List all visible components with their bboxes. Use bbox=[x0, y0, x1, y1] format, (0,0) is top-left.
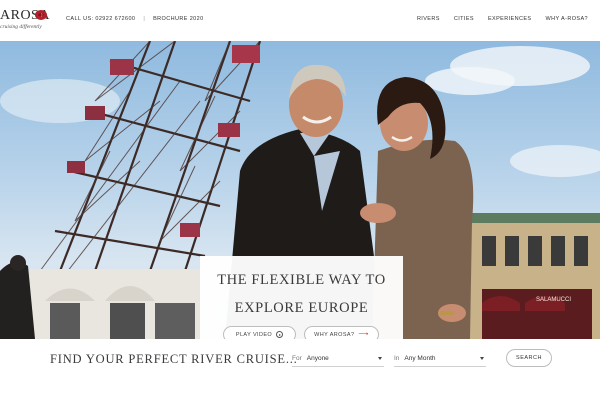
search-button[interactable]: SEARCH bbox=[506, 349, 552, 367]
why-arosa-button[interactable]: WHY AROSA? ⟶ bbox=[304, 326, 379, 339]
month-select[interactable]: In Any Month bbox=[394, 350, 486, 367]
month-prefix: In bbox=[394, 354, 400, 362]
site-header: AROSA cruising differently CALL US: 0292… bbox=[0, 0, 600, 41]
play-video-label: PLAY VIDEO bbox=[235, 331, 273, 338]
chevron-down-icon bbox=[378, 357, 382, 360]
brochure-link[interactable]: BROCHURE 2020 bbox=[153, 16, 203, 22]
nav-experiences[interactable]: EXPERIENCES bbox=[488, 16, 532, 22]
divider: | bbox=[143, 16, 146, 22]
main-nav: RIVERS CITIES EXPERIENCES WHY A-ROSA? bbox=[417, 16, 588, 22]
call-label: CALL US: bbox=[66, 16, 94, 22]
nav-cities[interactable]: CITIES bbox=[454, 16, 474, 22]
chevron-down-icon bbox=[480, 357, 484, 360]
arosa-logo[interactable]: AROSA cruising differently bbox=[0, 8, 56, 34]
play-circle-icon bbox=[276, 331, 284, 338]
hero-promo-card: THE FLEXIBLE WAY TO EXPLORE EUROPE PLAY … bbox=[200, 256, 403, 339]
who-value: Anyone bbox=[306, 354, 329, 362]
search-title: FIND YOUR PERFECT RIVER CRUISE... bbox=[50, 352, 298, 366]
hero-banner: SALAMUCCI THE FLEXIBLE WAY TO EXPLORE EU… bbox=[0, 41, 600, 339]
shop-sign: SALAMUCCI bbox=[536, 297, 571, 303]
arrow-right-icon: ⟶ bbox=[358, 331, 369, 338]
who-prefix: For bbox=[292, 354, 302, 362]
logo-tagline: cruising differently bbox=[0, 24, 42, 30]
nav-rivers[interactable]: RIVERS bbox=[417, 16, 440, 22]
nav-why-arosa[interactable]: WHY A-ROSA? bbox=[545, 16, 588, 22]
play-video-button[interactable]: PLAY VIDEO bbox=[223, 326, 296, 339]
hero-headline-line2: EXPLORE EUROPE bbox=[234, 300, 369, 316]
rose-icon bbox=[35, 10, 47, 20]
who-select[interactable]: For Anyone bbox=[292, 350, 384, 367]
header-contact: CALL US: 02922 672600 | BROCHURE 2020 bbox=[66, 16, 204, 22]
why-arosa-label: WHY AROSA? bbox=[314, 331, 355, 338]
phone-link[interactable]: 02922 672600 bbox=[95, 16, 135, 22]
month-value: Any Month bbox=[404, 354, 436, 362]
cruise-search-bar: FIND YOUR PERFECT RIVER CRUISE... For An… bbox=[0, 339, 600, 400]
hero-headline-line1: THE FLEXIBLE WAY TO bbox=[217, 272, 386, 288]
